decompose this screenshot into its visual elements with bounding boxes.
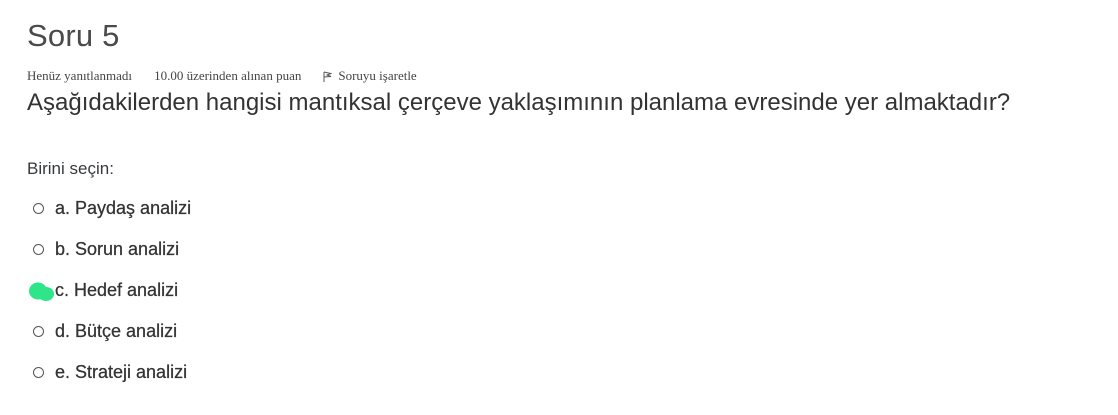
answer-option-b[interactable]: b. Sorun analizi xyxy=(27,229,1107,270)
radio-button[interactable] xyxy=(33,326,44,337)
answer-option-c[interactable]: c. Hedef analizi xyxy=(27,270,1107,311)
answer-option-e[interactable]: e. Strateji analizi xyxy=(27,352,1107,393)
answer-label: c. Hedef analizi xyxy=(55,280,179,300)
radio-button[interactable] xyxy=(33,367,44,378)
question-title: Soru 5 xyxy=(27,18,120,53)
answer-option-d[interactable]: d. Bütçe analizi xyxy=(27,311,1107,352)
question-state: Henüz yanıtlanmadı xyxy=(27,68,133,83)
answer-prompt: Birini seçin: xyxy=(27,159,114,178)
flag-question-label: Soruyu işaretle xyxy=(338,68,417,83)
radio-button[interactable] xyxy=(33,285,44,296)
question-info: Henüz yanıtlanmadı 10.00 üzerinden alına… xyxy=(27,68,1107,84)
question-container: Soru 5 Henüz yanıtlanmadı 10.00 üzerinde… xyxy=(27,14,1107,393)
answer-label: d. Bütçe analizi xyxy=(55,321,178,341)
answer-label: e. Strateji analizi xyxy=(55,362,188,382)
question-text: Aşağıdakilerden hangisi mantıksal çerçev… xyxy=(27,89,1011,116)
answer-label: a. Paydaş analizi xyxy=(55,198,192,218)
answer-label: b. Sorun analizi xyxy=(55,239,180,259)
radio-button[interactable] xyxy=(33,203,44,214)
question-grade: 10.00 üzerinden alınan puan xyxy=(154,68,302,83)
flag-question-link[interactable]: Soruyu işaretle xyxy=(323,68,417,84)
radio-button[interactable] xyxy=(33,244,44,255)
flag-icon xyxy=(323,71,333,82)
answer-option-a[interactable]: a. Paydaş analizi xyxy=(27,188,1107,229)
answer-list: a. Paydaş analizi b. Sorun analizi c. He… xyxy=(27,188,1107,393)
